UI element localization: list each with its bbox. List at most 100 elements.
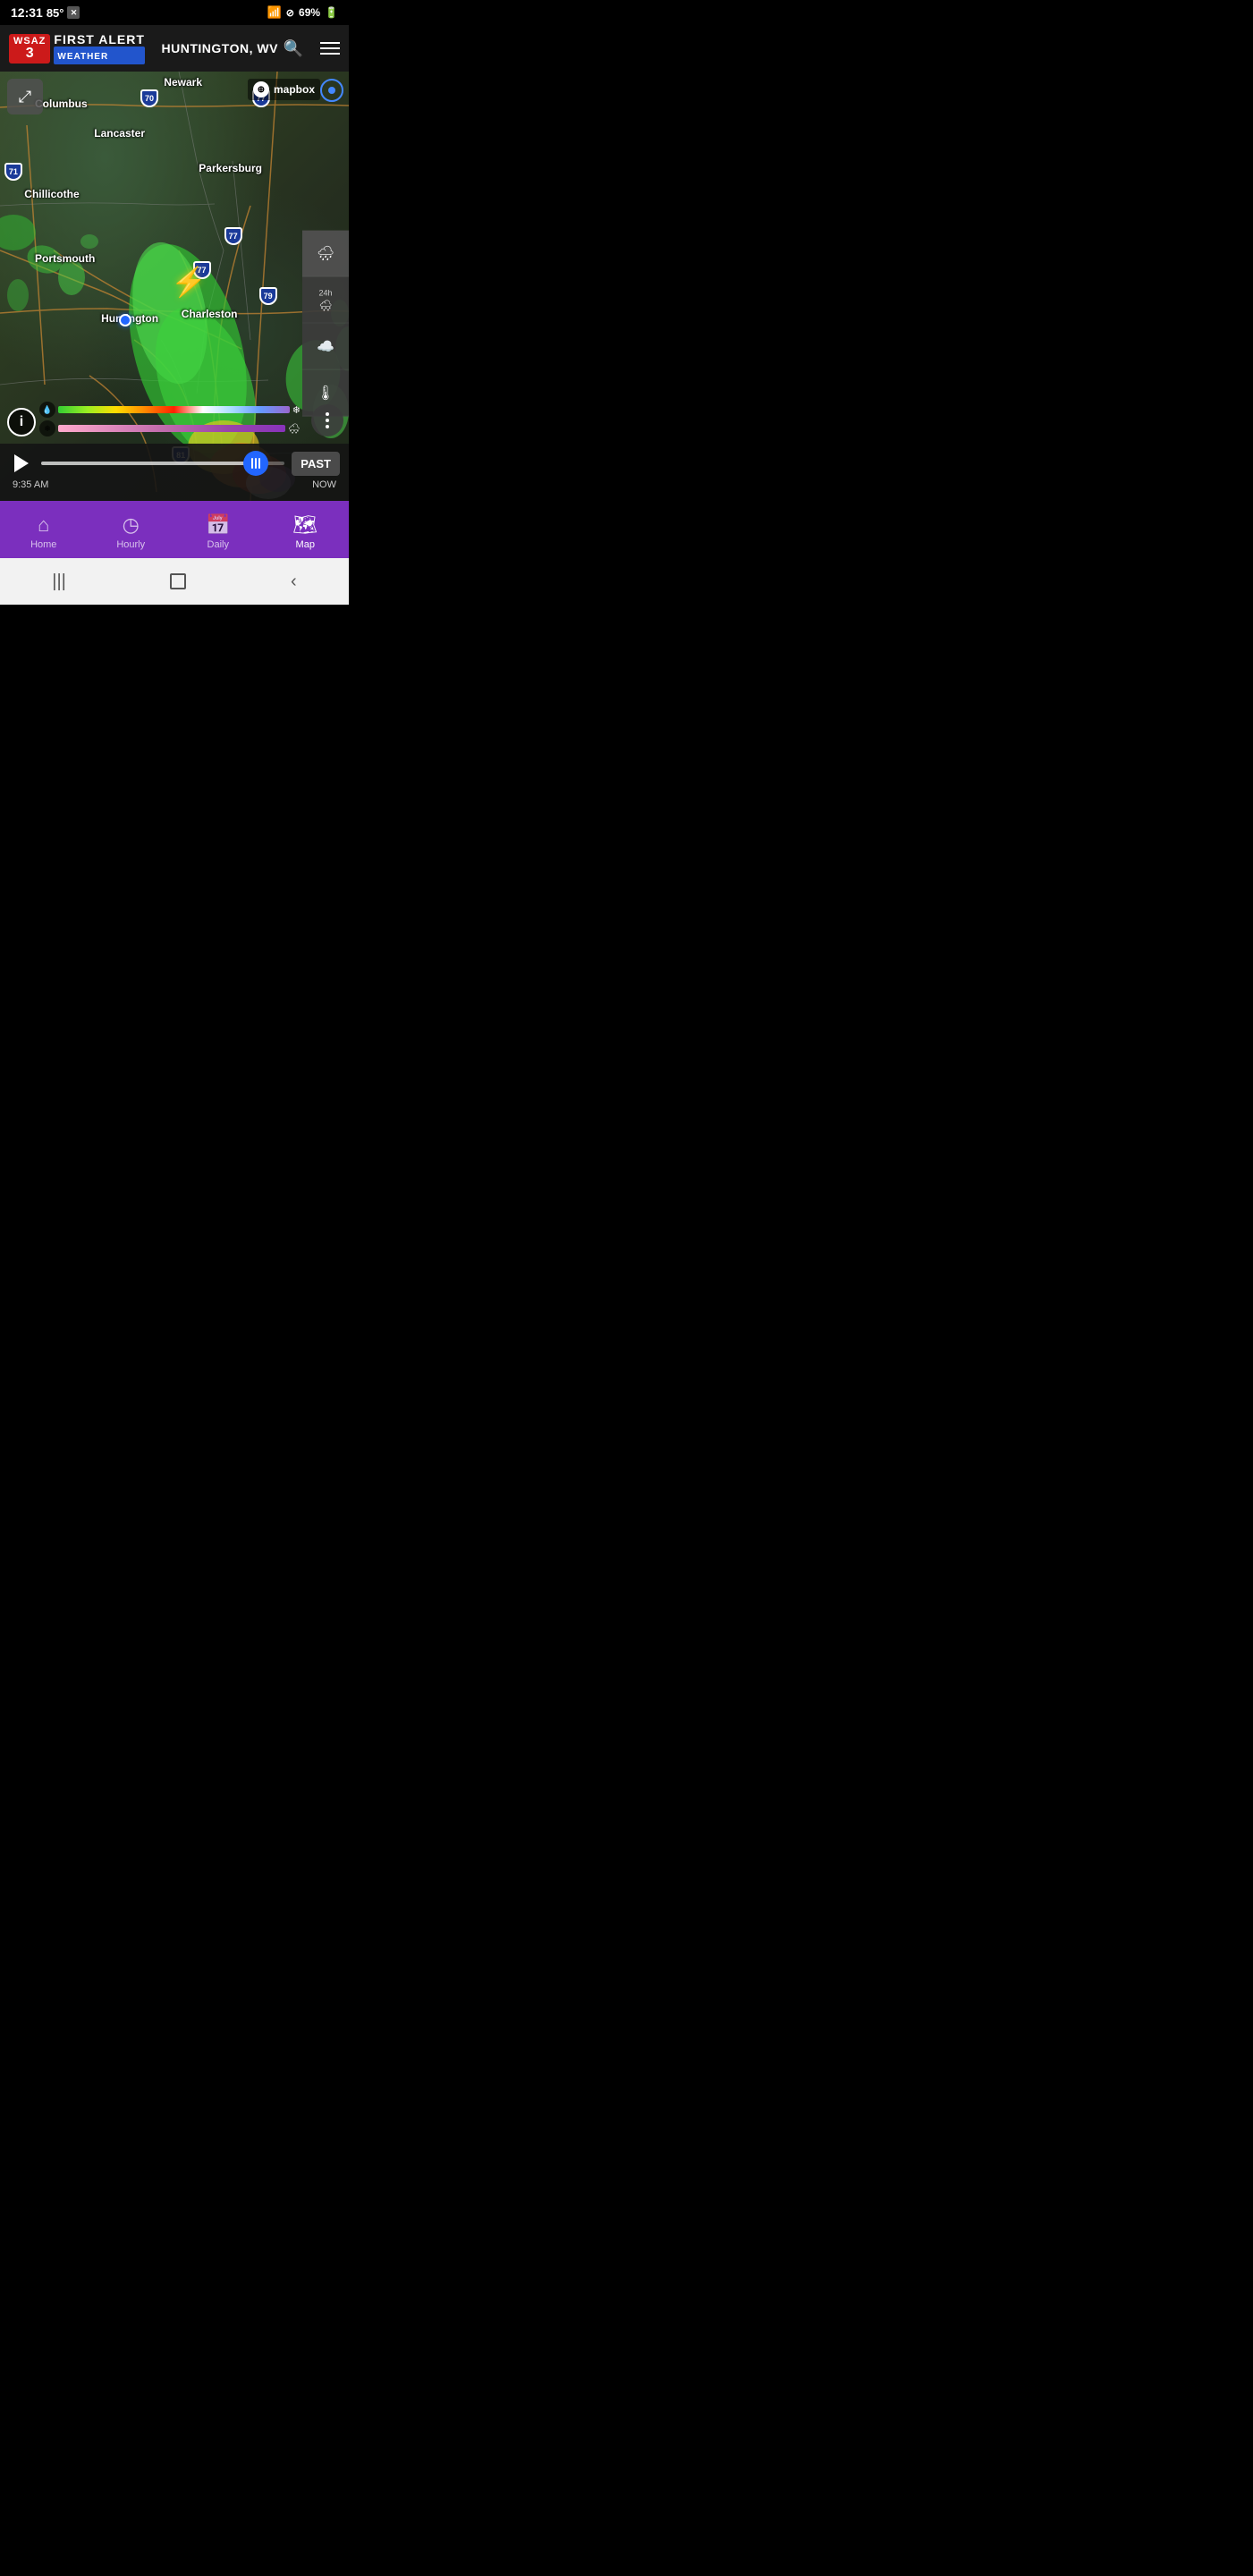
battery-icon: 🔋 [325,6,338,19]
hamburger-line-2 [320,47,340,49]
legend-ice-icon: ❄ [39,420,55,436]
legend-snow-icon: ❄ [292,404,301,416]
play-button[interactable] [9,451,34,476]
logo-weather-text: WEATHER [57,52,108,62]
map-icon: 🗺 [292,513,317,537]
city-parkersburg: Parkersburg [199,162,262,174]
interstate-79: 79 [258,286,278,306]
interstate-70-shield: 70 [140,89,158,107]
legend-mix-icon: 🌨 [288,423,301,435]
more-dot-2 [326,419,329,422]
layer-panel: 🌧 24h 🌨 ☁️ 🌡 [302,231,349,417]
app-header: WSAZ 3 FIRST ALERT WEATHER HUNTINGTON, W… [0,25,349,72]
location-target-button[interactable] [320,79,343,102]
expand-button[interactable]: ⤢ [7,79,43,114]
daily-icon: 📅 [206,513,230,537]
bottom-nav: ⌂ Home ◷ Hourly 📅 Daily 🗺 Map [0,501,349,558]
status-temperature: 85° [47,6,64,20]
interstate-71: 71 [4,162,23,182]
timeline-bar: PAST 9:35 AM NOW [0,444,349,501]
timeline-track[interactable] [41,462,284,465]
menu-button[interactable] [320,42,340,55]
timeline-controls: PAST [9,451,340,476]
layer-btn-24h[interactable]: 24h 🌨 [302,277,349,324]
nav-hourly-label: Hourly [116,539,145,550]
close-icon[interactable]: ✕ [67,6,80,19]
mapbox-logo-icon: ⊕ [253,81,269,97]
location-text: HUNTINGTON, WV [162,41,278,55]
status-left: 12:31 85° ✕ [11,5,80,20]
thumb-line-1 [251,458,253,469]
city-newark: Newark [164,76,202,89]
layer-btn-precipitation[interactable]: 🌧 [302,231,349,277]
layer-24h-label: 24h [318,288,332,297]
nav-daily-label: Daily [207,539,229,550]
logo-num-text: 3 [26,47,34,61]
signal-icon: ⊘ [286,7,294,19]
timeline-start-time: 9:35 AM [13,479,48,490]
city-chillicothe: Chillicothe [24,188,79,200]
logo-firstalert: FIRST ALERT WEATHER [54,32,144,64]
info-button[interactable]: i [7,408,36,436]
layer-btn-clouds[interactable]: ☁️ [302,324,349,370]
timeline-thumb [243,451,268,476]
mapbox-logo: ⊕ mapbox [248,79,320,100]
timeline-now-label: NOW [312,479,336,490]
hourly-icon: ◷ [123,513,140,537]
city-portsmouth: Portsmouth [35,252,95,265]
back-button[interactable]: ‹ [291,572,297,592]
status-time: 12:31 [11,5,43,20]
battery-percent: 69% [299,6,320,19]
wifi-icon: 📶 [267,5,282,20]
logo-first-text: FIRST ALERT [54,32,144,47]
nav-daily[interactable]: 📅 Daily [174,513,262,550]
timeline-progress [41,462,256,465]
nav-hourly[interactable]: ◷ Hourly [88,513,175,550]
more-options-button[interactable] [311,404,343,436]
status-bar: 12:31 85° ✕ 📶 ⊘ 69% 🔋 [0,0,349,25]
hamburger-line-3 [320,53,340,55]
city-charleston: Charleston [182,308,238,320]
city-lancaster: Lancaster [94,127,145,140]
nav-map-label: Map [296,539,315,550]
legend-gradient-2 [58,425,285,432]
thumb-line-2 [255,458,257,469]
search-button[interactable]: 🔍 [284,39,303,58]
logo-weather-box: WEATHER [54,47,144,64]
temp-icon: 🌡 [317,384,334,402]
interstate-71-shield: 71 [4,163,22,181]
thumb-line-3 [258,458,260,469]
home-icon: ⌂ [38,513,49,537]
map-container[interactable]: Newark Columbus Lancaster Chillicothe Pa… [0,72,349,501]
logo-box: WSAZ 3 [9,34,50,64]
past-button[interactable]: PAST [292,452,340,476]
more-dot-3 [326,425,329,428]
location-display[interactable]: HUNTINGTON, WV 🔍 [162,39,304,58]
clouds-icon: ☁️ [317,337,334,355]
interstate-70: 70 [140,89,159,108]
play-icon [14,454,29,472]
lightning-icon: ⚡ [171,265,207,299]
precipitation-icon: 🌧 [317,244,334,262]
more-dots [326,412,329,428]
location-target-inner [328,87,335,94]
mapbox-text: mapbox [274,83,315,96]
system-nav: ||| ‹ [0,558,349,605]
app-logo: WSAZ 3 FIRST ALERT WEATHER [9,32,145,64]
nav-home[interactable]: ⌂ Home [0,513,88,550]
expand-icon: ⤢ [19,88,31,106]
home-button[interactable] [170,573,186,589]
legend-area: 💧 ❄ ❄ 🌨 [39,402,301,436]
logo-wsaz-text: WSAZ [13,37,46,47]
recents-button[interactable]: ||| [52,572,66,592]
legend-gradient-1 [58,406,290,413]
timeline-thumb-lines [251,458,260,469]
nav-home-label: Home [30,539,56,550]
hamburger-line-1 [320,42,340,44]
nav-map[interactable]: 🗺 Map [262,513,350,550]
layer-24h-icon: 🌨 [318,299,332,311]
status-right: 📶 ⊘ 69% 🔋 [267,5,338,20]
interstate-79-shield: 79 [259,287,277,305]
legend-rain-icon: 💧 [39,402,55,418]
timeline-labels: 9:35 AM NOW [9,479,340,490]
